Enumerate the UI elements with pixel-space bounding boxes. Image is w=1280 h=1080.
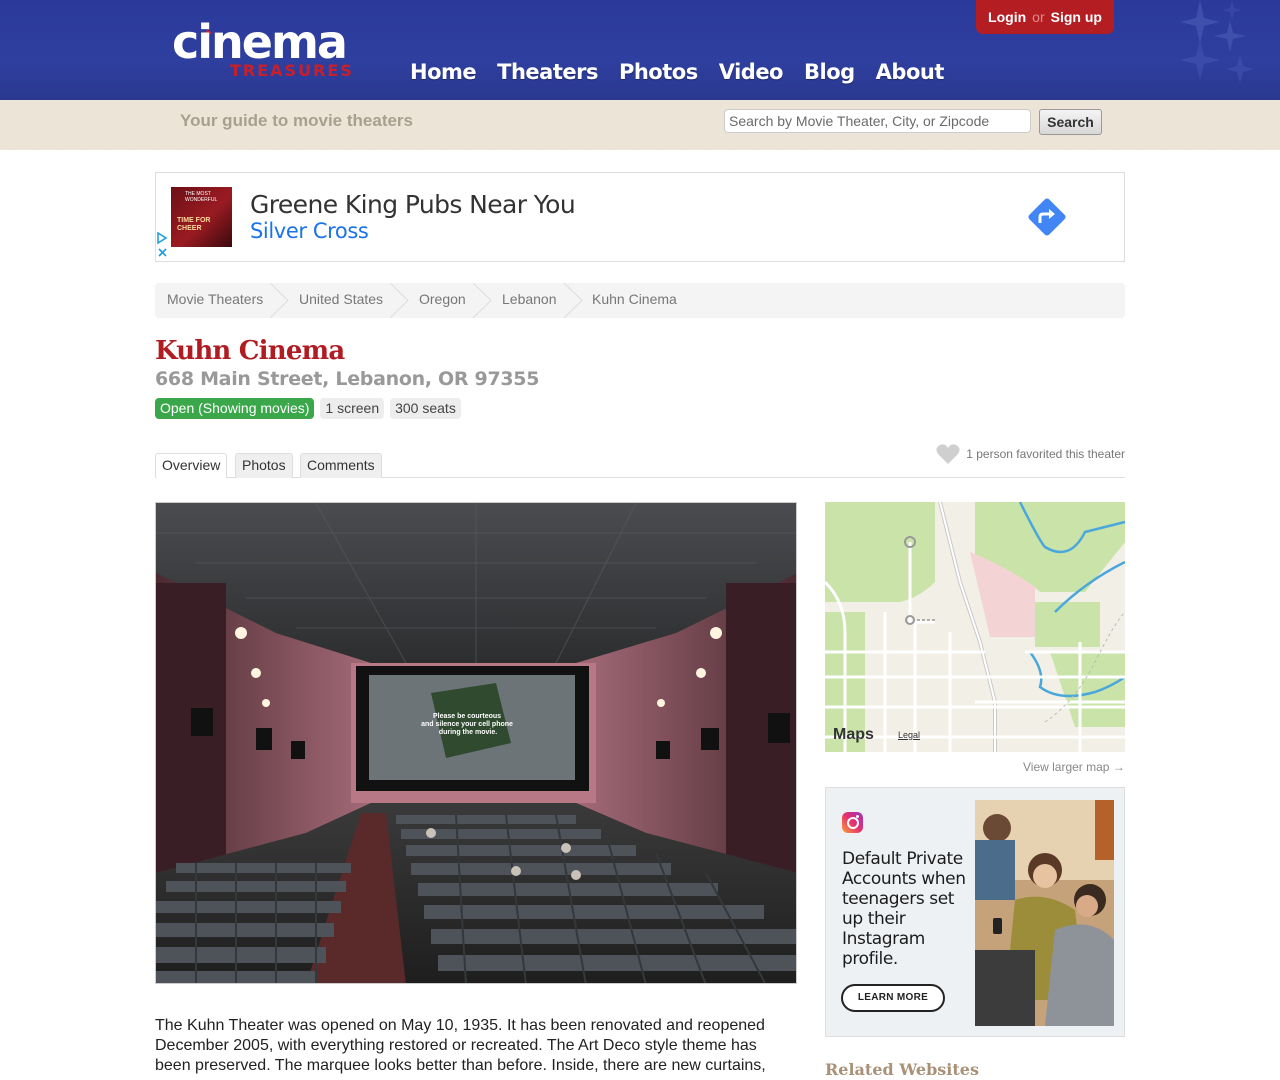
nav-video[interactable]: Video — [719, 58, 784, 86]
theater-description: The Kuhn Theater was opened on May 10, 1… — [155, 1017, 766, 1074]
scallop-divider — [0, 144, 1280, 156]
nav-theaters[interactable]: Theaters — [497, 58, 598, 86]
logo-subtitle: TREASURES — [230, 61, 354, 80]
learn-more-button[interactable]: LEARN MORE — [841, 984, 945, 1012]
breadcrumb-separator-icon — [473, 283, 492, 318]
instagram-ad-photo — [975, 800, 1114, 1026]
maps-legal-link[interactable]: Legal — [898, 730, 920, 740]
breadcrumb-lebanon[interactable]: Lebanon — [502, 283, 557, 318]
search-button[interactable]: Search — [1039, 109, 1102, 135]
tagline: Your guide to movie theaters — [180, 111, 414, 130]
theater-badges: Open (Showing movies) 1 screen 300 seats — [155, 398, 461, 419]
heart-icon[interactable] — [936, 443, 960, 465]
auditorium-image: Please be courteous and silence your cel… — [156, 503, 796, 983]
related-websites-heading: Related Websites — [825, 1060, 979, 1079]
breadcrumb-separator-icon — [270, 283, 289, 318]
site-header: ✦ cinema TREASURES Home Theaters Photos … — [0, 0, 1280, 100]
nav-home[interactable]: Home — [410, 58, 477, 86]
site-logo[interactable]: ✦ cinema TREASURES — [172, 16, 377, 86]
page-title: Kuhn Cinema — [155, 336, 345, 366]
main-nav: Home Theaters Photos Video Blog About — [410, 58, 944, 86]
favorite-info: 1 person favorited this theater — [936, 443, 1125, 465]
breadcrumb-separator-icon — [390, 283, 409, 318]
ad-headline[interactable]: Greene King Pubs Near You — [250, 190, 576, 219]
breadcrumb-oregon[interactable]: Oregon — [419, 283, 466, 318]
ad-thumbnail[interactable]: THE MOST WONDERFUL TIME FOR CHEER — [171, 187, 232, 247]
breadcrumb-movie-theaters[interactable]: Movie Theaters — [167, 283, 263, 318]
ad-banner[interactable]: THE MOST WONDERFUL TIME FOR CHEER Greene… — [155, 172, 1125, 262]
directions-arrow-icon[interactable] — [1023, 193, 1071, 241]
breadcrumb-current: Kuhn Cinema — [592, 291, 677, 307]
favorite-count-text: 1 person favorited this theater — [966, 447, 1125, 461]
ad-thumbnail-caption: THE MOST WONDERFUL — [185, 191, 218, 203]
maps-brand-label: Maps — [833, 726, 874, 743]
signup-link[interactable]: Sign up — [1051, 9, 1102, 25]
theater-tabs: Overview Photos Comments 1 person favori… — [155, 444, 1125, 478]
nav-photos[interactable]: Photos — [619, 58, 698, 86]
instagram-ad[interactable]: Default Private Accounts when teenagers … — [825, 787, 1125, 1037]
theater-photo[interactable]: Please be courteous and silence your cel… — [155, 502, 797, 984]
ad-advertiser[interactable]: Silver Cross — [250, 219, 369, 243]
tab-overview[interactable]: Overview — [155, 453, 228, 478]
tab-photos[interactable]: Photos — [235, 453, 293, 478]
status-badge: Open (Showing movies) — [155, 398, 315, 419]
maps-brand: Maps — [833, 726, 874, 744]
auth-or-text: or — [1032, 9, 1045, 25]
map-tiles — [825, 502, 1125, 752]
breadcrumb-united-states[interactable]: United States — [299, 283, 383, 318]
seats-badge: 300 seats — [390, 398, 461, 419]
view-larger-map-link[interactable]: View larger map → — [1023, 760, 1125, 774]
nav-blog[interactable]: Blog — [804, 58, 855, 86]
breadcrumb: Movie Theaters United States Oregon Leba… — [155, 283, 1125, 318]
adchoices-icon[interactable] — [156, 231, 170, 261]
login-link[interactable]: Login — [988, 9, 1026, 25]
instagram-icon — [842, 812, 863, 833]
auth-box: Login or Sign up — [976, 0, 1114, 34]
decorative-stars-icon — [1180, 0, 1254, 83]
theater-address: 668 Main Street, Lebanon, OR 97355 — [155, 368, 540, 390]
tagline-strip: Your guide to movie theaters Search — [0, 100, 1280, 156]
location-map[interactable]: Maps Legal — [825, 502, 1125, 752]
search-input[interactable] — [724, 109, 1031, 133]
tab-comments[interactable]: Comments — [300, 453, 382, 478]
screens-badge: 1 screen — [320, 398, 385, 419]
instagram-ad-text: Default Private Accounts when teenagers … — [842, 849, 966, 969]
breadcrumb-separator-icon — [564, 283, 583, 318]
nav-about[interactable]: About — [876, 58, 945, 86]
ad-thumbnail-title: TIME FOR CHEER — [177, 217, 211, 232]
